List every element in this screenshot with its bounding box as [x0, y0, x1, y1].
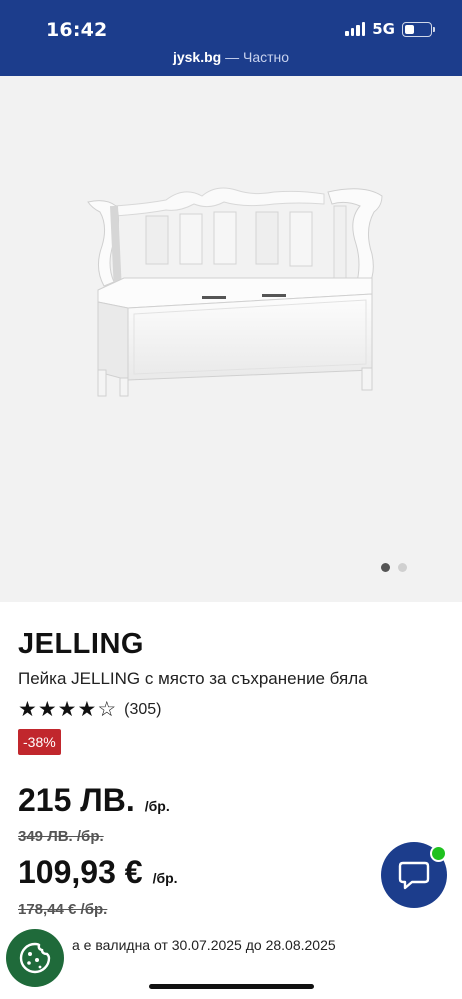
star-icon: ★ [57, 698, 77, 721]
star-outline-icon: ☆ [97, 698, 117, 721]
product-brand: JELLING [18, 628, 144, 660]
star-icon: ★ [18, 698, 37, 721]
home-indicator[interactable] [149, 984, 314, 989]
price-eur-unit: /бр. [152, 870, 178, 886]
product-gallery[interactable] [0, 76, 462, 602]
chat-bubble-icon [398, 861, 430, 890]
product-info: JELLING Пейка JELLING с място за съхране… [18, 628, 448, 755]
gallery-pagination [381, 563, 407, 572]
signal-icon [345, 22, 366, 36]
status-icons: 5G [345, 20, 435, 38]
price-bgn-value: 215 ЛВ. [18, 782, 135, 818]
promo-validity-text: а е валидна от 30.07.2025 до 28.08.2025 [72, 937, 336, 953]
star-icon: ★ [77, 698, 97, 721]
old-price-eur: 178,44 € /бр. [18, 901, 108, 918]
star-icon: ★ [37, 698, 57, 721]
cookie-icon [19, 942, 51, 974]
price-bgn: 215 ЛВ. /бр. [18, 782, 170, 819]
gallery-dot-2[interactable] [398, 563, 407, 572]
url-domain: jysk.bg [172, 49, 222, 65]
browser-top-bar: 16:42 5G jysk.bg — Частно [0, 0, 462, 76]
gallery-dot-1[interactable] [381, 563, 390, 572]
status-time: 16:42 [46, 19, 108, 41]
online-status-indicator [430, 845, 447, 862]
price-eur: 109,93 € /бр. [18, 854, 178, 891]
old-price-bgn: 349 ЛВ. /бр. [18, 828, 104, 845]
cookie-settings-button[interactable] [6, 929, 64, 987]
discount-badge: -38% [18, 729, 61, 755]
rating-count: (305) [124, 700, 162, 718]
address-bar[interactable]: jysk.bg — Частно [0, 49, 462, 65]
product-description: Пейка JELLING с място за съхранение бяла [18, 669, 368, 688]
price-eur-value: 109,93 € [18, 854, 143, 890]
price-bgn-unit: /бр. [144, 798, 170, 814]
network-type: 5G [372, 20, 395, 38]
product-rating[interactable]: ★ ★ ★ ★ ☆ (305) [18, 699, 448, 720]
product-bench-image [87, 187, 383, 397]
battery-icon [402, 21, 435, 37]
private-mode-label: — Частно [221, 49, 290, 65]
